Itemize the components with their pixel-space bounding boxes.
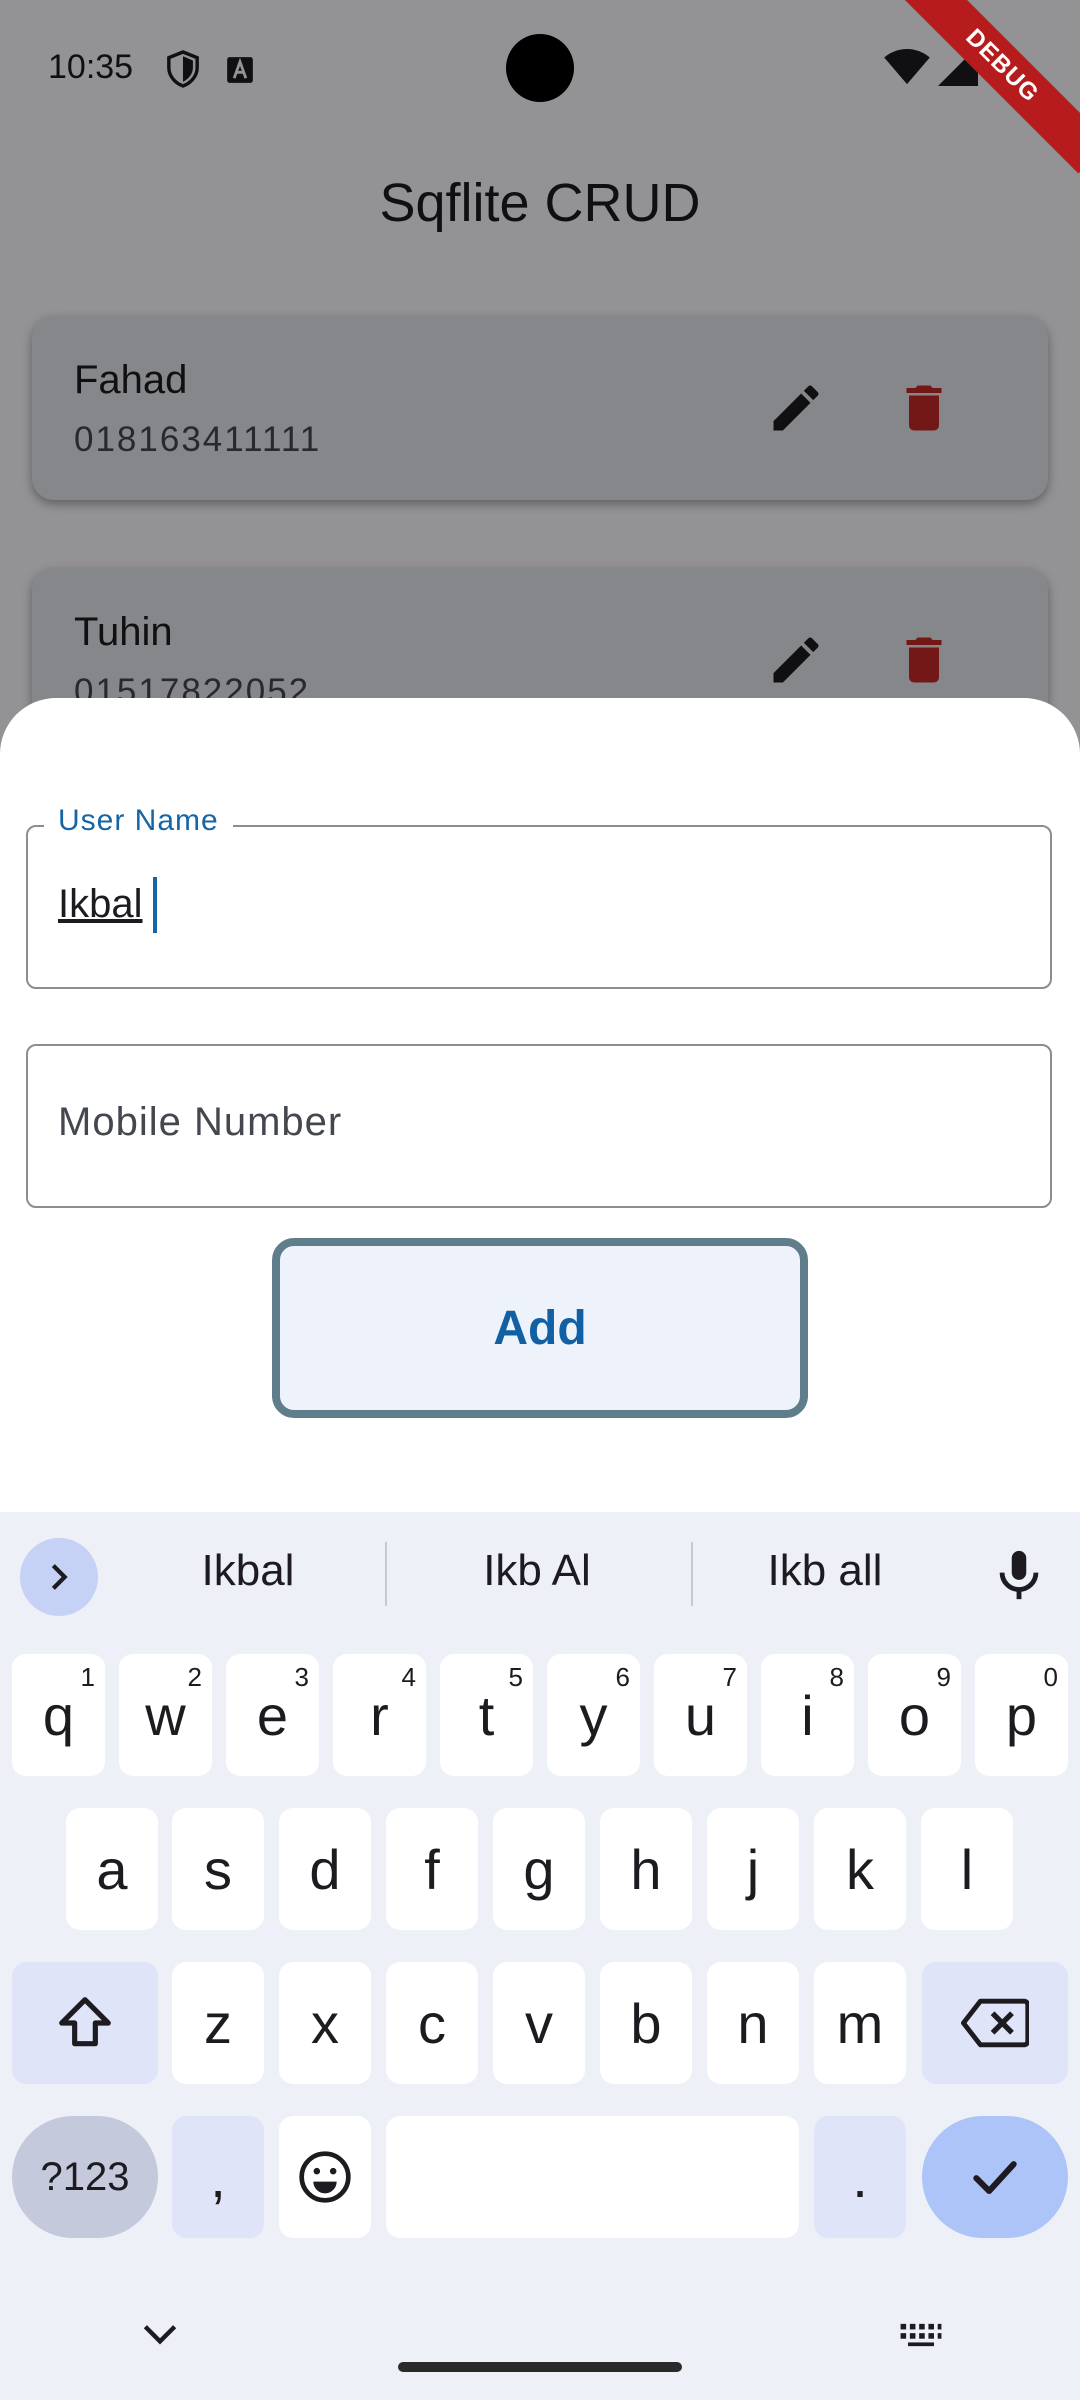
add-button[interactable]: Add	[272, 1238, 808, 1418]
comma-key[interactable]: ,	[172, 2116, 264, 2238]
hide-keyboard-chevron-icon[interactable]	[138, 2318, 182, 2355]
key-hint: 5	[508, 1662, 523, 1692]
key-hint: 9	[936, 1662, 951, 1692]
key-label: e	[256, 1683, 289, 1747]
home-indicator[interactable]	[398, 2362, 682, 2372]
enter-key[interactable]	[922, 2116, 1068, 2238]
key-label: t	[478, 1683, 495, 1747]
keyboard-switch-icon[interactable]	[898, 2322, 944, 2353]
checkmark-icon	[973, 2161, 1017, 2195]
key-k[interactable]: k	[814, 1808, 906, 1930]
emoji-icon	[299, 2151, 351, 2203]
key-o[interactable]: o9	[868, 1654, 961, 1776]
symbols-key[interactable]: ?123	[12, 2116, 158, 2238]
space-key[interactable]	[386, 2116, 799, 2238]
key-w[interactable]: w2	[119, 1654, 212, 1776]
mobile-number-placeholder[interactable]: Mobile Number	[58, 1100, 342, 1145]
suggestion-1[interactable]: Ikbal	[108, 1546, 388, 1596]
shift-key[interactable]	[12, 1962, 158, 2084]
key-c[interactable]: c	[386, 1962, 478, 2084]
text-caret	[153, 877, 157, 933]
key-y[interactable]: y6	[547, 1654, 640, 1776]
key-hint: 8	[829, 1662, 844, 1692]
chevron-right-icon	[51, 1564, 68, 1590]
key-hint: 1	[80, 1662, 95, 1692]
key-l[interactable]: l	[921, 1808, 1013, 1930]
key-label: q	[42, 1683, 75, 1747]
emoji-key[interactable]	[279, 2116, 371, 2238]
key-label: r	[370, 1683, 389, 1747]
key-a[interactable]: a	[66, 1808, 158, 1930]
user-name-field[interactable]	[26, 825, 1052, 989]
key-q[interactable]: q1	[12, 1654, 105, 1776]
shift-icon	[59, 1997, 111, 2047]
key-i[interactable]: i8	[761, 1654, 854, 1776]
backspace-key[interactable]	[922, 1962, 1068, 2084]
key-label: u	[684, 1683, 717, 1747]
key-h[interactable]: h	[600, 1808, 692, 1930]
key-hint: 3	[294, 1662, 309, 1692]
key-hint: 2	[187, 1662, 202, 1692]
key-hint: 6	[615, 1662, 630, 1692]
suggestion-3[interactable]: Ikb all	[685, 1546, 965, 1596]
key-r[interactable]: r4	[333, 1654, 426, 1776]
key-label: o	[898, 1683, 931, 1747]
suggestion-strip: Ikbal Ikb Al Ikb all	[0, 1512, 1080, 1634]
key-n[interactable]: n	[707, 1962, 799, 2084]
key-label: y	[579, 1683, 608, 1747]
user-name-input[interactable]: Ikbal	[58, 882, 143, 927]
key-x[interactable]: x	[279, 1962, 371, 2084]
key-z[interactable]: z	[172, 1962, 264, 2084]
key-s[interactable]: s	[172, 1808, 264, 1930]
soft-keyboard: Ikbal Ikb Al Ikb all q1 w2 e3 r4 t5 y6 u…	[0, 1512, 1080, 2400]
key-f[interactable]: f	[386, 1808, 478, 1930]
user-name-label: User Name	[44, 804, 233, 838]
key-j[interactable]: j	[707, 1808, 799, 1930]
key-label: p	[1005, 1683, 1038, 1747]
microphone-icon[interactable]	[990, 1546, 1048, 1609]
key-hint: 0	[1043, 1662, 1058, 1692]
key-v[interactable]: v	[493, 1962, 585, 2084]
key-g[interactable]: g	[493, 1808, 585, 1930]
key-m[interactable]: m	[814, 1962, 906, 2084]
backspace-icon	[961, 1998, 1029, 2048]
key-hint: 7	[722, 1662, 737, 1692]
key-hint: 4	[401, 1662, 416, 1692]
suggestion-2[interactable]: Ikb Al	[397, 1546, 677, 1596]
suggestion-divider	[385, 1542, 387, 1606]
key-t[interactable]: t5	[440, 1654, 533, 1776]
key-label: i	[801, 1683, 814, 1747]
key-label: w	[145, 1683, 186, 1747]
period-key[interactable]: .	[814, 2116, 906, 2238]
expand-toolbar-button[interactable]	[20, 1538, 98, 1616]
key-d[interactable]: d	[279, 1808, 371, 1930]
key-u[interactable]: u7	[654, 1654, 747, 1776]
key-e[interactable]: e3	[226, 1654, 319, 1776]
key-p[interactable]: p0	[975, 1654, 1068, 1776]
key-b[interactable]: b	[600, 1962, 692, 2084]
